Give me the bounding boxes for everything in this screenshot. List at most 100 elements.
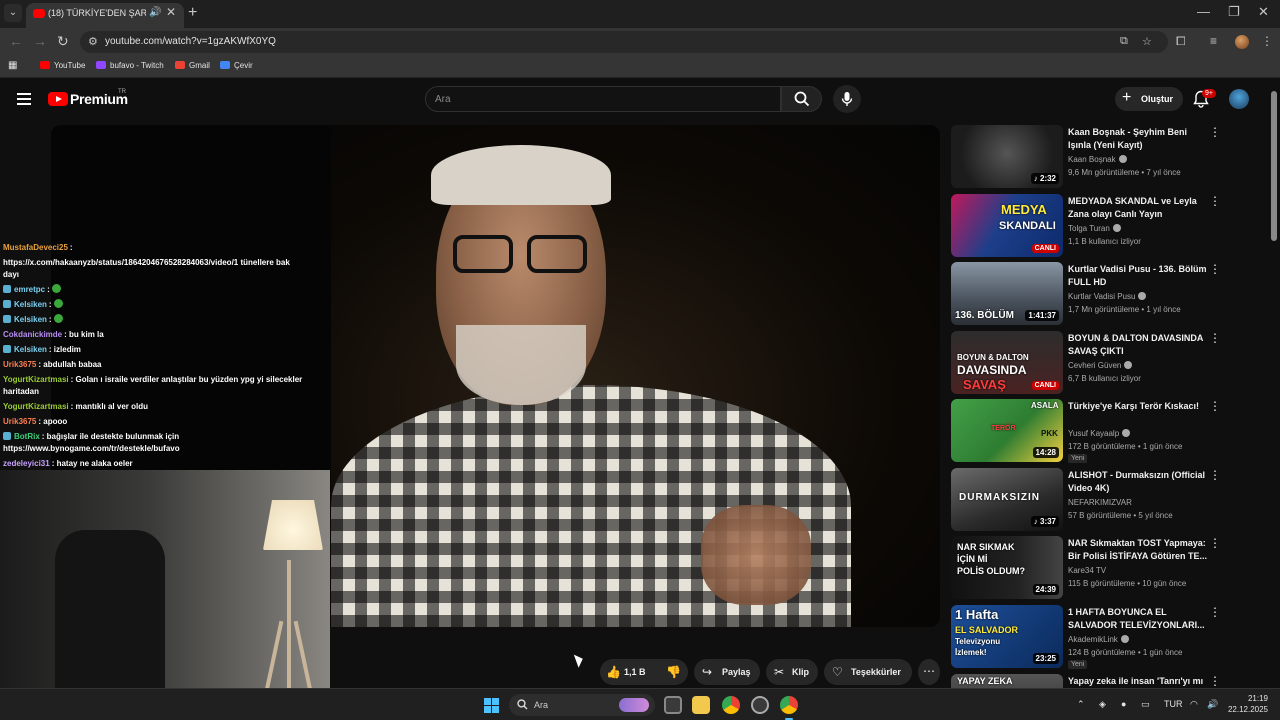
bookmark-star-icon[interactable]: ☆ [1142, 35, 1152, 48]
video-thumbnail[interactable]: BOYUN & DALTON DAVASINDA SAVAŞ CANLI [951, 331, 1063, 394]
recommendation-item[interactable]: 136. BÖLÜM 1:41:37 Kurtlar Vadisi Pusu -… [951, 262, 1221, 326]
tab-search-button[interactable]: ⌄ [4, 4, 22, 22]
recommendation-item[interactable]: MEDYA SKANDALI CANLI MEDYADA SKANDAL ve … [951, 194, 1221, 258]
more-options-icon[interactable]: ⋮ [1209, 605, 1221, 619]
recommendation-title[interactable]: Türkiye'ye Karşı Terör Kıskacı! [1068, 400, 1208, 413]
more-options-icon[interactable]: ⋮ [1209, 536, 1221, 550]
bookmark-youtube[interactable]: YouTube [40, 61, 85, 70]
channel-name[interactable]: Cevheri Güven [1068, 361, 1133, 370]
search-button[interactable] [781, 86, 822, 112]
recommendation-title[interactable]: MEDYADA SKANDAL ve Leyla Zana olayı Canl… [1068, 195, 1208, 221]
recommendation-item[interactable]: 1 Hafta EL SALVADOR Televizyonu İzlemek!… [951, 605, 1221, 669]
new-tab-button[interactable]: + [188, 4, 197, 22]
chrome-active-icon[interactable] [780, 696, 798, 714]
bookmark-translate[interactable]: Çevir [220, 61, 253, 70]
channel-name[interactable]: Kaan Boşnak [1068, 155, 1127, 164]
recommendation-title[interactable]: Kaan Boşnak - Şeyhim Beni Işınla (Yeni K… [1068, 126, 1208, 152]
more-options-icon[interactable]: ⋮ [1209, 468, 1221, 482]
bookmark-gmail[interactable]: Gmail [175, 61, 210, 70]
hamburger-menu-icon[interactable] [17, 93, 31, 105]
thumbs-up-icon[interactable]: 👍 [606, 665, 621, 679]
address-bar[interactable]: ⚙ youtube.com/watch?v=1gzAKWfX0YQ ⧉ ☆ [80, 31, 1168, 53]
profile-avatar[interactable] [1235, 35, 1249, 49]
extensions-icon[interactable]: ⧠ [1176, 34, 1186, 49]
browser-tab[interactable]: (18) TÜRKİYE'DEN ŞARA'YA 🔊 ✕ [26, 3, 184, 28]
reload-icon[interactable]: ↻ [57, 33, 69, 50]
volume-icon[interactable]: 🔊 [1207, 699, 1218, 710]
close-window-icon[interactable]: ✕ [1258, 4, 1269, 20]
media-control-icon[interactable]: ≡ [1210, 34, 1217, 48]
account-avatar[interactable] [1229, 89, 1249, 109]
menu-dots-icon[interactable]: ⋮ [1261, 34, 1273, 48]
scrollbar-thumb[interactable] [1271, 91, 1277, 241]
video-thumbnail[interactable]: ASALA TERÖR PKK 14:28 [951, 399, 1063, 462]
recommendation-title[interactable]: BOYUN & DALTON DAVASINDA SAVAŞ ÇIKTI [1068, 332, 1208, 358]
recommendation-title[interactable]: ALISHOT - Durmaksızın (Official Video 4K… [1068, 469, 1208, 495]
voice-search-button[interactable] [833, 85, 861, 113]
thumbs-down-icon[interactable]: 👎 [666, 665, 681, 679]
speaker-icon[interactable]: 🔊 [149, 7, 161, 18]
channel-name[interactable]: AkademikLink [1068, 635, 1129, 644]
cast-icon[interactable]: ⧉ [1120, 35, 1128, 48]
language-indicator[interactable]: TUR [1164, 699, 1183, 709]
like-count[interactable]: 1,1 B [624, 667, 646, 677]
tray-overflow-icon[interactable]: ⌃ [1077, 699, 1085, 710]
microphone-tray-icon[interactable]: ● [1121, 699, 1126, 709]
video-thumbnail[interactable]: NAR SIKMAK İÇİN Mİ POLİS OLDUM? 24:39 [951, 536, 1063, 599]
more-options-icon[interactable]: ⋮ [1209, 399, 1221, 413]
taskbar-search[interactable]: Ara [509, 694, 655, 716]
page-scrollbar[interactable] [1270, 81, 1278, 701]
youtube-logo-icon[interactable] [48, 92, 68, 106]
more-options-icon[interactable]: ⋮ [1209, 331, 1221, 345]
video-thumbnail[interactable]: 1 Hafta EL SALVADOR Televizyonu İzlemek!… [951, 605, 1063, 668]
recommendation-item[interactable]: NAR SIKMAK İÇİN Mİ POLİS OLDUM? 24:39 NA… [951, 536, 1221, 600]
chrome-icon[interactable] [722, 696, 740, 714]
file-explorer-icon[interactable] [692, 696, 710, 714]
steam-icon[interactable] [751, 696, 769, 714]
minimize-icon[interactable]: — [1197, 4, 1210, 19]
video-thumbnail[interactable]: DURMAKSIZIN ♪ 3:37 [951, 468, 1063, 531]
forward-icon[interactable]: → [33, 33, 47, 49]
recommendation-item[interactable]: DURMAKSIZIN ♪ 3:37 ALISHOT - Durmaksızın… [951, 468, 1221, 532]
recommendation-title[interactable]: Yapay zeka ile insan 'Tanrı'yı mı [1068, 675, 1208, 688]
site-info-icon[interactable]: ⚙ [88, 35, 98, 48]
recommendation-item[interactable]: ♪ 2:32 Kaan Boşnak - Şeyhim Beni Işınla … [951, 125, 1221, 189]
more-options-icon[interactable]: ⋮ [1209, 194, 1221, 208]
windows-start-icon[interactable] [484, 698, 499, 713]
more-options-icon[interactable]: ⋮ [1209, 125, 1221, 139]
tab-close-icon[interactable]: ✕ [166, 5, 176, 19]
recommendation-title[interactable]: 1 HAFTA BOYUNCA EL SALVADOR TELEVİZYONLA… [1068, 606, 1208, 632]
network-icon[interactable]: ◈ [1099, 699, 1106, 710]
channel-name[interactable]: Kurtlar Vadisi Pusu [1068, 292, 1147, 301]
search-input[interactable]: Ara [425, 86, 781, 112]
share-button[interactable]: ↪ Paylaş [694, 659, 760, 685]
thanks-button[interactable]: ♡ Teşekkürler [824, 659, 912, 685]
video-thumbnail[interactable]: ♪ 2:32 [951, 125, 1063, 188]
video-thumbnail[interactable]: 136. BÖLÜM 1:41:37 [951, 262, 1063, 325]
create-button[interactable]: + Oluştur [1115, 87, 1183, 111]
recommendation-meta: 115 B görüntüleme • 10 gün önce [1068, 579, 1187, 588]
restore-icon[interactable]: ❐ [1228, 4, 1240, 20]
recommendation-title[interactable]: NAR Sıkmaktan TOST Yapmaya: Bir Polisi İ… [1068, 537, 1208, 563]
more-actions-button[interactable]: ⋯ [918, 659, 940, 685]
recommendation-item[interactable]: ASALA TERÖR PKK 14:28 Türkiye'ye Karşı T… [951, 399, 1221, 463]
channel-name[interactable]: Kare34 TV [1068, 566, 1106, 575]
clip-button[interactable]: ✂ Klip [766, 659, 818, 685]
display-icon[interactable]: ▭ [1141, 699, 1150, 710]
system-clock[interactable]: 21:19 22.12.2025 [1226, 693, 1268, 715]
channel-name[interactable]: NEFARKIMIZVAR [1068, 498, 1132, 507]
back-icon[interactable]: ← [9, 33, 23, 49]
channel-name[interactable]: Yusuf Kayaalp [1068, 429, 1131, 438]
apps-grid-icon[interactable]: ▦ [8, 60, 17, 71]
video-thumbnail[interactable]: MEDYA SKANDALI CANLI [951, 194, 1063, 257]
recommendation-title[interactable]: Kurtlar Vadisi Pusu - 136. Bölüm FULL HD [1068, 263, 1208, 289]
recommendation-item[interactable]: BOYUN & DALTON DAVASINDA SAVAŞ CANLI BOY… [951, 331, 1221, 395]
task-view-icon[interactable] [664, 696, 682, 714]
bookmark-twitch[interactable]: bufavo - Twitch [96, 61, 164, 70]
more-options-icon[interactable]: ⋮ [1209, 674, 1221, 688]
more-options-icon[interactable]: ⋮ [1209, 262, 1221, 276]
wifi-icon[interactable]: ◠ [1190, 699, 1198, 710]
channel-name[interactable]: Tolga Turan [1068, 224, 1121, 233]
recommendation-item[interactable]: YAPAY ZEKA Yapay zeka ile insan 'Tanrı'y… [951, 674, 1221, 688]
video-thumbnail[interactable]: YAPAY ZEKA [951, 674, 1063, 688]
